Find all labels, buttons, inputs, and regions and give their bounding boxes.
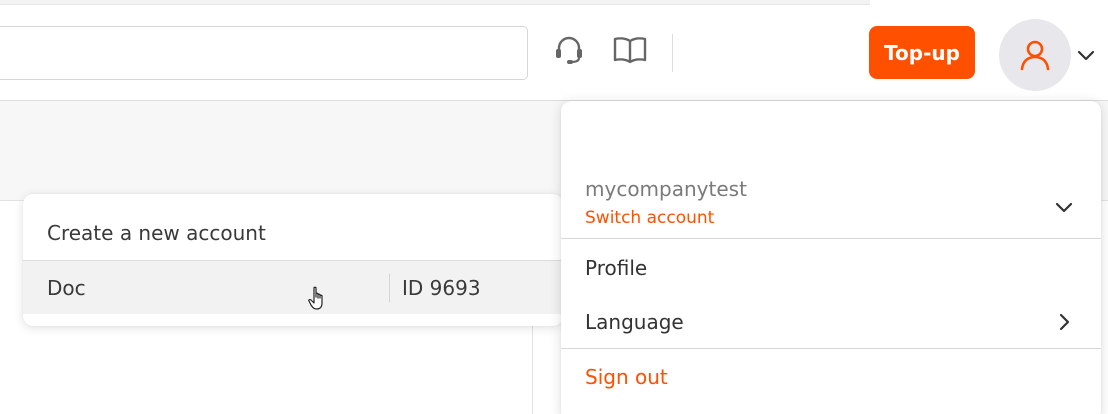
menu-item-language[interactable]: Language (561, 295, 1101, 349)
switch-account-link[interactable]: Switch account (585, 208, 714, 228)
chevron-down-icon[interactable] (1076, 45, 1096, 65)
menu-item-profile[interactable]: Profile (561, 241, 1101, 295)
account-name: Doc (47, 276, 86, 300)
documentation-button[interactable] (612, 32, 648, 68)
sign-out-label: Sign out (585, 365, 668, 389)
account-row[interactable]: Doc ID 9693 (23, 260, 563, 314)
current-account-block[interactable]: mycompanytest Switch account (561, 101, 1101, 239)
account-row-separator (389, 274, 390, 302)
headset-icon (556, 36, 582, 64)
sign-out-button[interactable]: Sign out (561, 349, 1101, 403)
account-switcher-popover: Create a new account Doc ID 9693 (23, 194, 563, 326)
user-icon (1020, 40, 1050, 71)
menu-item-label: Language (585, 310, 684, 334)
chevron-right-icon (1059, 313, 1070, 331)
menu-item-label: Profile (585, 256, 648, 280)
account-id: ID 9693 (402, 276, 481, 300)
account-username: mycompanytest (585, 177, 747, 201)
app-header: Top-up (0, 5, 1108, 101)
book-icon (613, 37, 647, 64)
header-divider (672, 34, 673, 72)
avatar[interactable] (999, 19, 1071, 91)
create-account-item[interactable]: Create a new account (23, 194, 563, 260)
user-menu-dropdown: mycompanytest Switch account Profile Lan… (561, 101, 1101, 414)
chevron-down-icon[interactable] (1053, 196, 1075, 218)
support-button[interactable] (551, 32, 587, 68)
topup-button[interactable]: Top-up (869, 26, 975, 79)
search-input[interactable] (0, 26, 528, 80)
hand-pointer-cursor-icon (308, 286, 323, 310)
